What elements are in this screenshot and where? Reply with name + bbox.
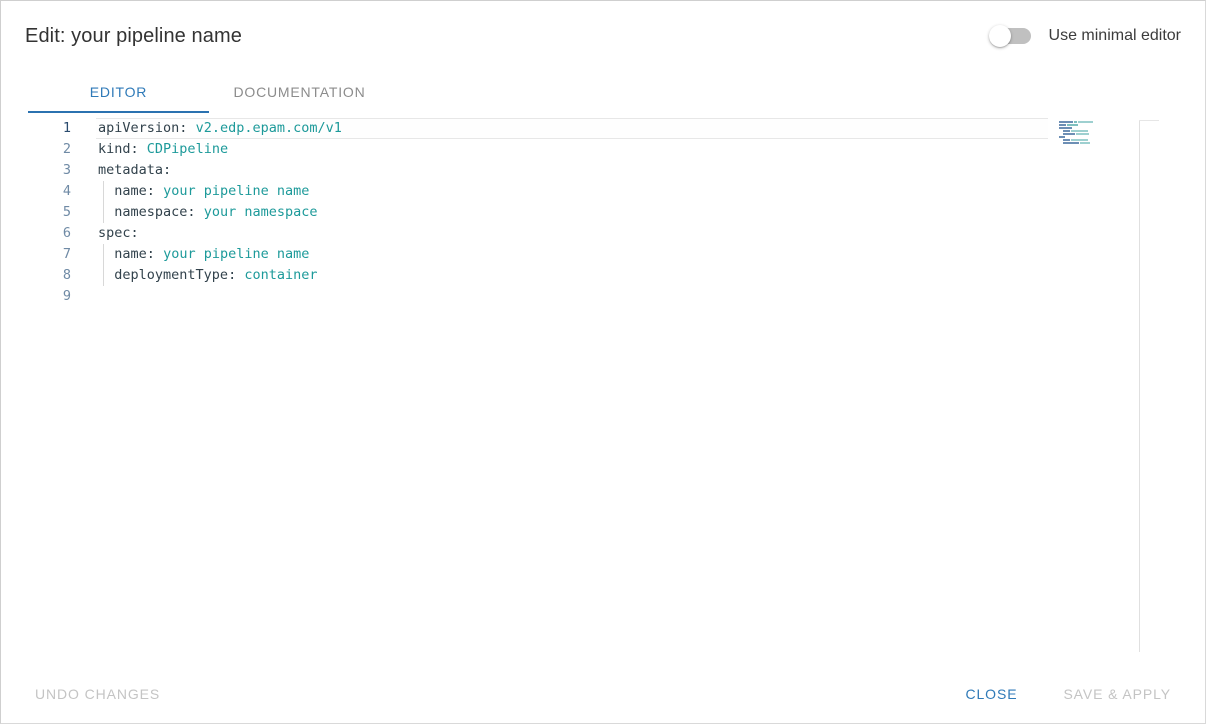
yaml-value: your pipeline name [163,246,310,262]
code-line[interactable]: 2 kind: CDPipeline [29,139,1185,160]
toggle-knob [988,25,1011,47]
tab-documentation[interactable]: DOCUMENTATION [209,71,390,113]
yaml-key: spec [98,225,131,241]
tab-editor[interactable]: EDITOR [28,71,209,113]
line-content[interactable]: spec: [73,223,139,244]
code-line[interactable]: 7 name: your pipeline name [29,244,1185,265]
yaml-separator: : [228,267,237,283]
save-and-apply-button[interactable]: SAVE & APPLY [1053,678,1181,710]
yaml-key: name [114,183,147,199]
yaml-key: metadata [98,162,164,178]
tab-bar: EDITOR DOCUMENTATION [1,71,1205,115]
editor-right-divider [1139,120,1140,652]
edit-pipeline-dialog: Edit: your pipeline name Use minimal edi… [0,0,1206,724]
code-line[interactable]: 5 namespace: your namespace [29,202,1185,223]
line-number: 4 [62,183,71,199]
line-number: 3 [62,162,71,178]
yaml-separator: : [163,162,172,178]
yaml-separator: : [130,141,139,157]
yaml-value: your namespace [203,204,318,220]
yaml-separator: : [146,246,155,262]
line-number: 9 [62,288,71,304]
line-number: 2 [62,141,71,157]
code-editor[interactable]: 1 apiVersion: v2.edp.epam.com/v1 2 kind:… [29,118,1185,665]
yaml-key: deploymentType [114,267,229,283]
footer-primary-actions: CLOSE SAVE & APPLY [955,678,1181,710]
dialog-footer: UNDO CHANGES CLOSE SAVE & APPLY [1,665,1205,723]
page-title: Edit: your pipeline name [25,24,242,47]
editor-right-divider-cap [1139,120,1159,121]
use-minimal-editor-toggle[interactable] [988,25,1037,47]
yaml-separator: : [179,120,188,136]
code-line[interactable]: 3 metadata: [29,160,1185,181]
line-content[interactable]: apiVersion: v2.edp.epam.com/v1 [73,118,342,139]
line-content[interactable]: deploymentType: container [73,265,318,286]
line-content[interactable]: namespace: your namespace [73,202,318,223]
close-button[interactable]: CLOSE [955,678,1027,710]
code-line[interactable]: 1 apiVersion: v2.edp.epam.com/v1 [29,118,1185,139]
undo-changes-button[interactable]: UNDO CHANGES [25,678,170,710]
line-number: 7 [62,246,71,262]
line-number: 5 [62,204,71,220]
yaml-separator: : [187,204,196,220]
yaml-key: namespace [114,204,188,220]
code-line[interactable]: 9 [29,286,1185,307]
yaml-value: CDPipeline [146,141,229,157]
yaml-key: kind [98,141,131,157]
code-line[interactable]: 8 deploymentType: container [29,265,1185,286]
yaml-value: container [244,267,318,283]
line-content[interactable]: metadata: [73,160,171,181]
yaml-separator: : [146,183,155,199]
use-minimal-editor-label: Use minimal editor [1048,27,1181,44]
code-area[interactable]: 1 apiVersion: v2.edp.epam.com/v1 2 kind:… [29,118,1185,307]
yaml-key: name [114,246,147,262]
line-content[interactable]: name: your pipeline name [73,181,309,202]
yaml-value: your pipeline name [163,183,310,199]
line-number: 1 [62,120,71,136]
editor-region: 1 apiVersion: v2.edp.epam.com/v1 2 kind:… [1,115,1205,665]
line-content[interactable]: kind: CDPipeline [73,139,228,160]
yaml-value: v2.edp.epam.com/v1 [195,120,342,136]
dialog-header: Edit: your pipeline name Use minimal edi… [1,1,1205,71]
line-number: 8 [62,267,71,283]
yaml-key: apiVersion [98,120,180,136]
code-line[interactable]: 6 spec: [29,223,1185,244]
header-actions: Use minimal editor [988,1,1181,71]
code-line[interactable]: 4 name: your pipeline name [29,181,1185,202]
line-content[interactable]: name: your pipeline name [73,244,309,265]
yaml-separator: : [130,225,139,241]
line-number: 6 [62,225,71,241]
